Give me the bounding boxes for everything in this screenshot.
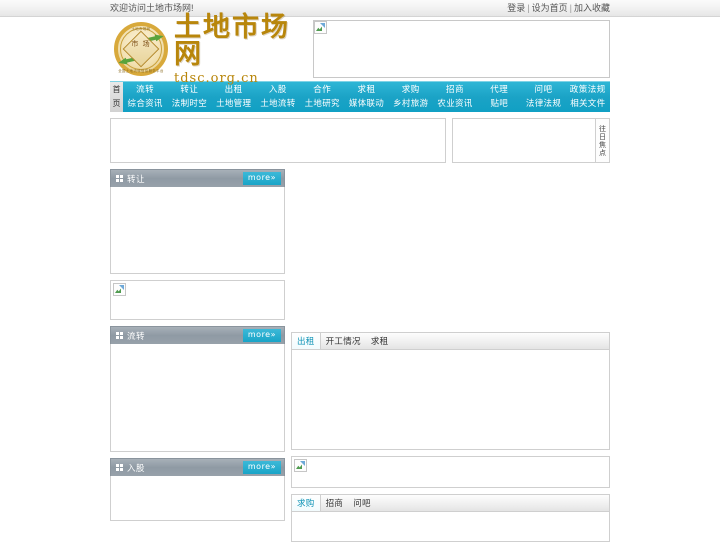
tab-body-chuzu: [291, 350, 610, 450]
nav-bottom-label: 农业资讯: [437, 99, 473, 109]
past-focus-vertical-tab[interactable]: 往日焦点: [595, 119, 609, 162]
emblem-center-text: 市 场: [131, 40, 151, 48]
nav-bottom-label: 法律法规: [525, 99, 562, 109]
panel-title-zhuanrang: 转让: [127, 174, 146, 185]
link-separator: |: [569, 3, 572, 13]
site-header: 市 场 土地市场网 全国土地流转信息服务平台 土地市场网 tdsc.org.cn: [110, 11, 610, 85]
more-button-zhuanrang[interactable]: more»: [242, 172, 281, 185]
site-title: 土地市场网: [174, 11, 290, 70]
top-links: 登录 | 设为首页 | 加入收藏: [507, 0, 610, 16]
nav-column-rugu[interactable]: 入股 土地流转: [256, 82, 300, 112]
main-content: 转让 more» 流转 more» 入股 more» 出租 开工情况 求租 求购…: [110, 169, 610, 548]
nav-column-daili[interactable]: 代理 贴吧: [477, 82, 521, 112]
panel-rugu: 入股 more»: [110, 458, 285, 521]
grid-icon: [116, 175, 123, 182]
grid-icon: [116, 332, 123, 339]
nav-column-zhengcefagui[interactable]: 政策法规 相关文件: [566, 82, 610, 112]
login-link[interactable]: 登录: [507, 0, 525, 16]
nav-top-label: 问吧: [534, 85, 553, 95]
nav-columns: 流转 综合资讯 转让 法制时空 出租 土地管理 入股 土地流转 合作 土地研究 …: [123, 82, 610, 112]
panel-header: 流转 more»: [110, 326, 285, 344]
panel-zhuanrang: 转让 more»: [110, 169, 285, 274]
nav-top-label: 招商: [445, 85, 464, 95]
focus-row: 往日焦点: [110, 118, 610, 163]
set-homepage-link[interactable]: 设为首页: [532, 0, 568, 16]
focus-image-area: [453, 119, 595, 162]
tab-chuzu[interactable]: 出租: [291, 333, 321, 349]
right-column: 出租 开工情况 求租 求购 招商 问吧: [291, 169, 610, 548]
tabpanel-chuzu: 出租 开工情况 求租: [291, 332, 610, 450]
nav-column-qiugou[interactable]: 求购 乡村旅游: [389, 82, 433, 112]
tabpanel-qiugou: 求购 招商 问吧: [291, 494, 610, 542]
focus-news-box: [110, 118, 446, 163]
left-column: 转让 more» 流转 more» 入股 more»: [110, 169, 285, 527]
panel-liuzhuan: 流转 more»: [110, 326, 285, 452]
nav-top-label: 求租: [357, 85, 376, 95]
nav-column-chuzu[interactable]: 出租 土地管理: [212, 82, 256, 112]
nav-bottom-label: 土地流转: [260, 99, 296, 109]
main-navigation: 首页 流转 综合资讯 转让 法制时空 出租 土地管理 入股 土地流转 合作 土地…: [110, 81, 610, 112]
right-ad-box[interactable]: [291, 456, 610, 488]
broken-image-icon: [113, 283, 126, 296]
emblem-arc-bottom-text: 全国土地流转信息服务平台: [118, 69, 164, 73]
link-separator: |: [527, 3, 530, 13]
broken-image-icon: [314, 21, 327, 34]
page-container: 市 场 土地市场网 全国土地流转信息服务平台 土地市场网 tdsc.org.cn…: [110, 11, 610, 548]
nav-item-home[interactable]: 首页: [110, 82, 123, 112]
nav-top-label: 求购: [401, 85, 420, 95]
panel-header: 转让 more»: [110, 169, 285, 187]
nav-bottom-label: 土地研究: [304, 99, 340, 109]
tab-qiugou[interactable]: 求购: [291, 495, 321, 511]
nav-column-qiuzu[interactable]: 求租 媒体联动: [344, 82, 388, 112]
nav-top-label: 入股: [268, 85, 287, 95]
more-button-liuzhuan[interactable]: more»: [242, 329, 281, 342]
tab-qiuzu[interactable]: 求租: [366, 333, 394, 349]
site-domain: tdsc.org.cn: [174, 70, 259, 86]
add-favorite-link[interactable]: 加入收藏: [574, 0, 610, 16]
nav-bottom-label: 土地管理: [216, 99, 252, 109]
tab-kaigongqingkuang[interactable]: 开工情况: [321, 333, 366, 349]
emblem-arc-top-text: 土地市场网: [131, 27, 151, 31]
panel-header: 入股 more»: [110, 458, 285, 476]
top-utility-bar: 欢迎访问土地市场网! 登录 | 设为首页 | 加入收藏: [0, 0, 720, 17]
nav-top-label: 合作: [313, 85, 332, 95]
nav-column-liuzhuan[interactable]: 流转 综合资讯: [123, 82, 167, 112]
nav-bottom-label: 相关文件: [570, 99, 606, 109]
nav-bottom-label: 综合资讯: [127, 99, 163, 109]
header-banner-ad[interactable]: [313, 20, 610, 78]
panel-body-zhuanrang: [110, 187, 285, 274]
logo-emblem-icon: 市 场 土地市场网 全国土地流转信息服务平台: [112, 20, 170, 78]
nav-top-label: 代理: [490, 85, 509, 95]
nav-bottom-label: 贴吧: [490, 99, 509, 109]
nav-bottom-label: 法制时空: [171, 99, 207, 109]
nav-top-label: 流转: [136, 85, 155, 95]
more-button-rugu[interactable]: more»: [242, 461, 281, 474]
panel-body-liuzhuan: [110, 344, 285, 452]
nav-column-wenba[interactable]: 问吧 法律法规: [521, 82, 565, 112]
left-ad-box[interactable]: [110, 280, 285, 320]
panel-title-rugu: 入股: [127, 463, 146, 474]
broken-image-icon: [294, 459, 307, 472]
nav-top-label: 政策法规: [569, 85, 606, 95]
site-logo[interactable]: 市 场 土地市场网 全国土地流转信息服务平台 土地市场网 tdsc.org.cn: [110, 11, 310, 85]
nav-column-zhuanrang[interactable]: 转让 法制时空: [167, 82, 211, 112]
panel-body-rugu: [110, 476, 285, 521]
panel-title-liuzhuan: 流转: [127, 331, 146, 342]
grid-icon: [116, 464, 123, 471]
tab-bar-chuzu: 出租 开工情况 求租: [291, 332, 610, 350]
tab-wenba[interactable]: 问吧: [348, 495, 376, 511]
nav-column-zhaoshang[interactable]: 招商 农业资讯: [433, 82, 477, 112]
tab-zhaoshang[interactable]: 招商: [321, 495, 349, 511]
nav-bottom-label: 乡村旅游: [393, 99, 429, 109]
tab-body-qiugou: [291, 512, 610, 542]
nav-column-hezuo[interactable]: 合作 土地研究: [300, 82, 344, 112]
focus-image-box: 往日焦点: [452, 118, 610, 163]
nav-bottom-label: 媒体联动: [348, 99, 385, 109]
tab-bar-qiugou: 求购 招商 问吧: [291, 494, 610, 512]
